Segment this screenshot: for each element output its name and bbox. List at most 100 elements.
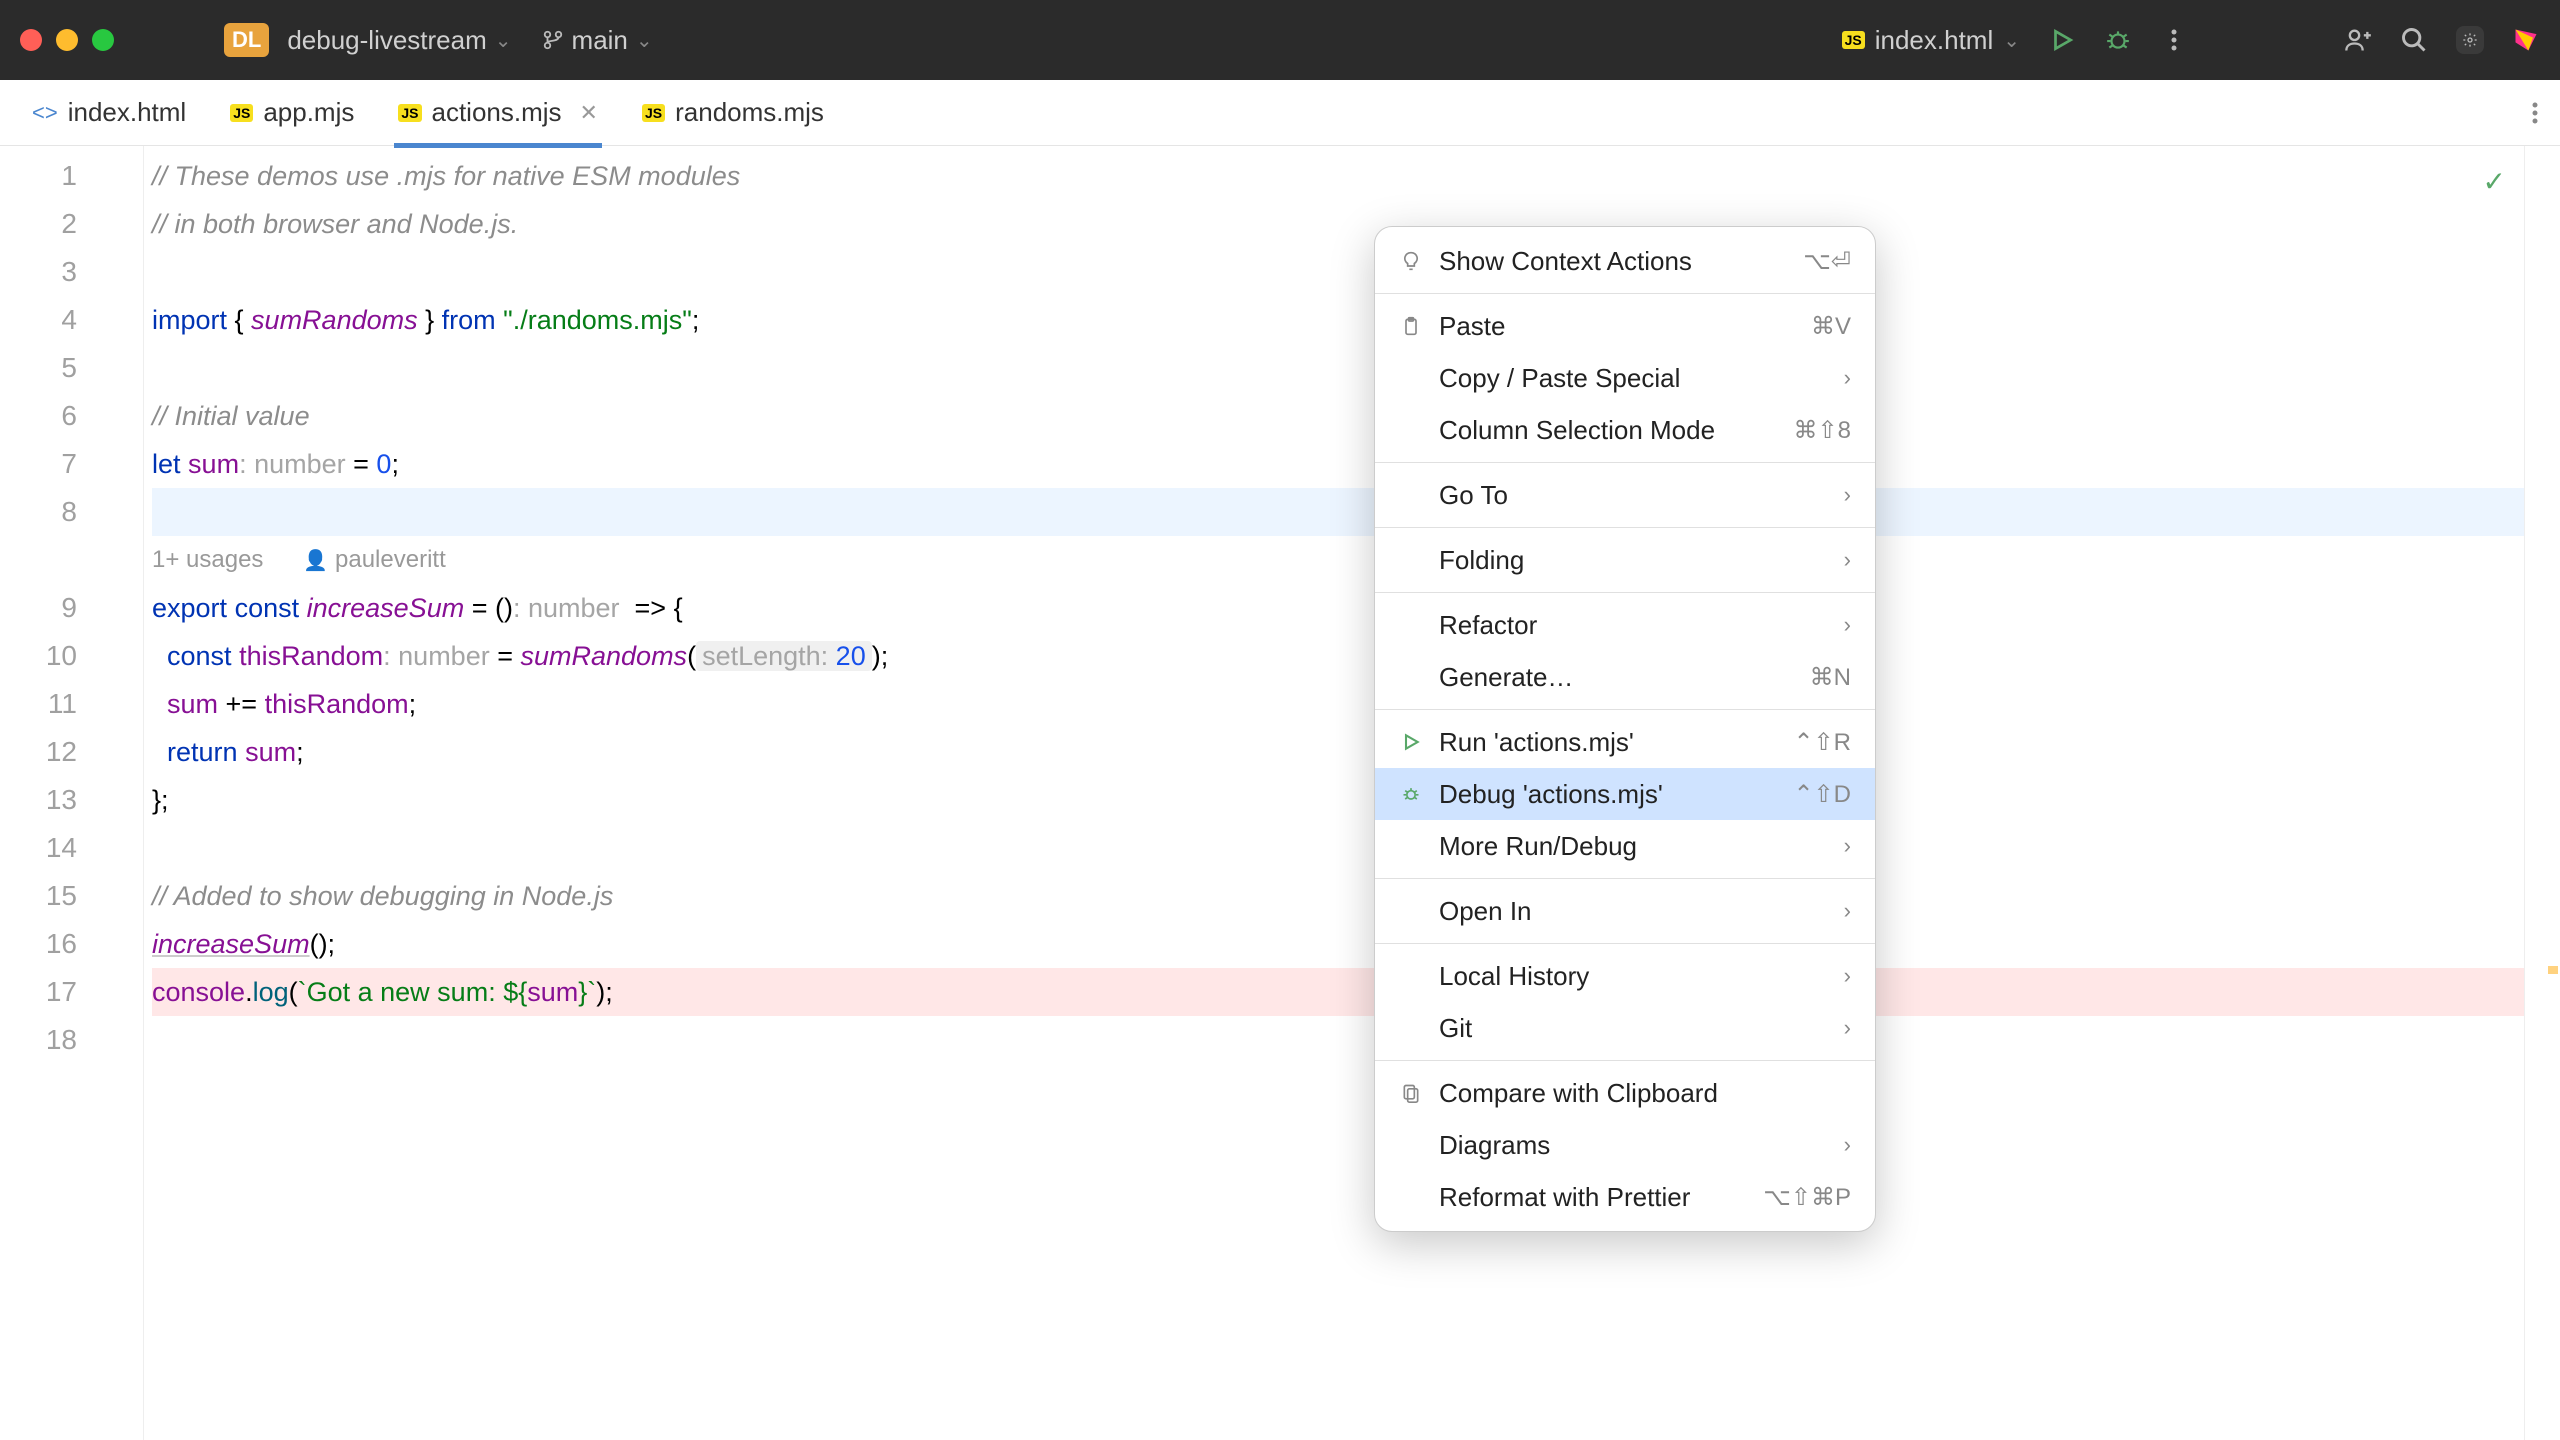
shortcut-label: ⌥⇧⌘P [1763, 1183, 1851, 1212]
line-number[interactable]: 5 [0, 344, 77, 392]
menu-item-folding[interactable]: Folding› [1375, 534, 1875, 586]
code-line[interactable] [152, 1016, 2524, 1064]
menu-item-go-to[interactable]: Go To› [1375, 469, 1875, 521]
code-line[interactable]: // Added to show debugging in Node.js [152, 872, 2524, 920]
menu-item-generate[interactable]: Generate…⌘N [1375, 651, 1875, 703]
author-link[interactable]: pauleveritt [335, 546, 446, 573]
project-selector[interactable]: DL debug-livestream ⌄ [224, 23, 512, 57]
code-line[interactable] [152, 344, 2524, 392]
paste-icon [1399, 314, 1423, 338]
debug-button[interactable] [2104, 26, 2132, 54]
menu-item-local-history[interactable]: Local History› [1375, 950, 1875, 1002]
menu-item-label: Refactor [1439, 610, 1828, 641]
menu-item-label: Local History [1439, 961, 1828, 992]
code-line[interactable]: export const increaseSum = (): number =>… [152, 584, 2524, 632]
code-line[interactable]: // in both browser and Node.js. [152, 200, 2524, 248]
code-line[interactable] [152, 488, 2524, 536]
menu-item-diagrams[interactable]: Diagrams› [1375, 1119, 1875, 1171]
gutter[interactable]: 123456789101112131415161718 [0, 146, 144, 1440]
code-line[interactable]: console.log(`Got a new sum: ${sum}`); [152, 968, 2524, 1016]
window-controls [20, 29, 114, 51]
tab-randoms-mjs[interactable]: JSrandoms.mjs [620, 80, 846, 146]
usages-link[interactable]: 1+ usages [152, 536, 263, 584]
line-number[interactable]: 2 [0, 200, 77, 248]
line-number[interactable]: 18 [0, 1016, 77, 1064]
line-number[interactable]: 9 [0, 584, 77, 632]
menu-item-paste[interactable]: Paste⌘V [1375, 300, 1875, 352]
chevron-right-icon: › [1844, 833, 1851, 859]
menu-item-git[interactable]: Git› [1375, 1002, 1875, 1054]
minimize-icon[interactable] [56, 29, 78, 51]
menu-item-label: Reformat with Prettier [1439, 1182, 1747, 1213]
account-icon[interactable] [2344, 26, 2372, 54]
chevron-right-icon: › [1844, 898, 1851, 924]
search-icon[interactable] [2400, 26, 2428, 54]
close-icon[interactable]: ✕ [580, 100, 598, 126]
line-number[interactable]: 8 [0, 488, 77, 536]
chevron-right-icon: › [1844, 1015, 1851, 1041]
branch-selector[interactable]: main ⌄ [542, 25, 653, 56]
menu-item-open-in[interactable]: Open In› [1375, 885, 1875, 937]
menu-separator [1375, 709, 1875, 710]
warning-marker[interactable] [2548, 966, 2558, 974]
editor[interactable]: 123456789101112131415161718 ✓ // These d… [0, 146, 2560, 1440]
project-badge: DL [224, 23, 269, 57]
tab-app-mjs[interactable]: JSapp.mjs [208, 80, 376, 146]
menu-item-reformat-with-prettier[interactable]: Reformat with Prettier ⌥⇧⌘P [1375, 1171, 1875, 1223]
code-line[interactable]: return sum; [152, 728, 2524, 776]
code-line[interactable]: const thisRandom: number = sumRandoms(se… [152, 632, 2524, 680]
error-stripe[interactable] [2524, 146, 2560, 1440]
line-number[interactable]: 15 [0, 872, 77, 920]
line-number[interactable]: 1 [0, 152, 77, 200]
tab-overflow-icon[interactable] [2520, 101, 2550, 125]
menu-item-copy-paste-special[interactable]: Copy / Paste Special› [1375, 352, 1875, 404]
menu-separator [1375, 1060, 1875, 1061]
maximize-icon[interactable] [92, 29, 114, 51]
code-line[interactable]: }; [152, 776, 2524, 824]
menu-icon[interactable] [2160, 26, 2188, 54]
menu-item-more-run-debug[interactable]: More Run/Debug› [1375, 820, 1875, 872]
code-line[interactable] [152, 824, 2524, 872]
line-number[interactable]: 16 [0, 920, 77, 968]
line-number[interactable]: 13 [0, 776, 77, 824]
menu-item-debug-actions-mjs[interactable]: Debug 'actions.mjs'⌃⇧D [1375, 768, 1875, 820]
inspection-ok-icon[interactable]: ✓ [2483, 158, 2506, 206]
tab-actions-mjs[interactable]: JSactions.mjs✕ [376, 80, 620, 146]
line-number[interactable]: 17 [0, 968, 77, 1016]
close-icon[interactable] [20, 29, 42, 51]
run-configuration-selector[interactable]: JS index.html ⌄ [1842, 25, 2020, 56]
line-number[interactable]: 11 [0, 680, 77, 728]
chevron-down-icon: ⌄ [495, 28, 512, 53]
line-number[interactable]: 7 [0, 440, 77, 488]
chevron-right-icon: › [1844, 1132, 1851, 1158]
chevron-down-icon: ⌄ [2003, 28, 2020, 53]
line-number[interactable]: 14 [0, 824, 77, 872]
compare-icon [1399, 1081, 1423, 1105]
tab-index-html[interactable]: <>index.html [10, 80, 208, 146]
menu-item-label: Paste [1439, 311, 1795, 342]
code-line[interactable]: // Initial value [152, 392, 2524, 440]
menu-item-run-actions-mjs[interactable]: Run 'actions.mjs'⌃⇧R [1375, 716, 1875, 768]
menu-item-compare-with-clipboard[interactable]: Compare with Clipboard [1375, 1067, 1875, 1119]
shortcut-label: ⌘⇧8 [1794, 416, 1851, 445]
code-area[interactable]: ✓ // These demos use .mjs for native ESM… [144, 146, 2524, 1440]
code-line[interactable]: sum += thisRandom; [152, 680, 2524, 728]
menu-separator [1375, 592, 1875, 593]
line-number[interactable]: 6 [0, 392, 77, 440]
code-line[interactable]: // These demos use .mjs for native ESM m… [152, 152, 2524, 200]
run-button[interactable] [2048, 26, 2076, 54]
menu-item-refactor[interactable]: Refactor› [1375, 599, 1875, 651]
code-line[interactable]: import { sumRandoms } from "./randoms.mj… [152, 296, 2524, 344]
code-line[interactable] [152, 248, 2524, 296]
line-number[interactable]: 10 [0, 632, 77, 680]
line-number[interactable]: 3 [0, 248, 77, 296]
settings-icon[interactable] [2456, 26, 2484, 54]
code-line[interactable]: increaseSum(); [152, 920, 2524, 968]
line-number[interactable]: 4 [0, 296, 77, 344]
code-line[interactable]: let sum: number = 0; [152, 440, 2524, 488]
tab-bar: <>index.htmlJSapp.mjsJSactions.mjs✕JSran… [0, 80, 2560, 146]
menu-item-show-context-actions[interactable]: Show Context Actions⌥⏎ [1375, 235, 1875, 287]
line-number[interactable]: 12 [0, 728, 77, 776]
ide-logo-icon[interactable] [2512, 26, 2540, 54]
menu-item-column-selection-mode[interactable]: Column Selection Mode⌘⇧8 [1375, 404, 1875, 456]
